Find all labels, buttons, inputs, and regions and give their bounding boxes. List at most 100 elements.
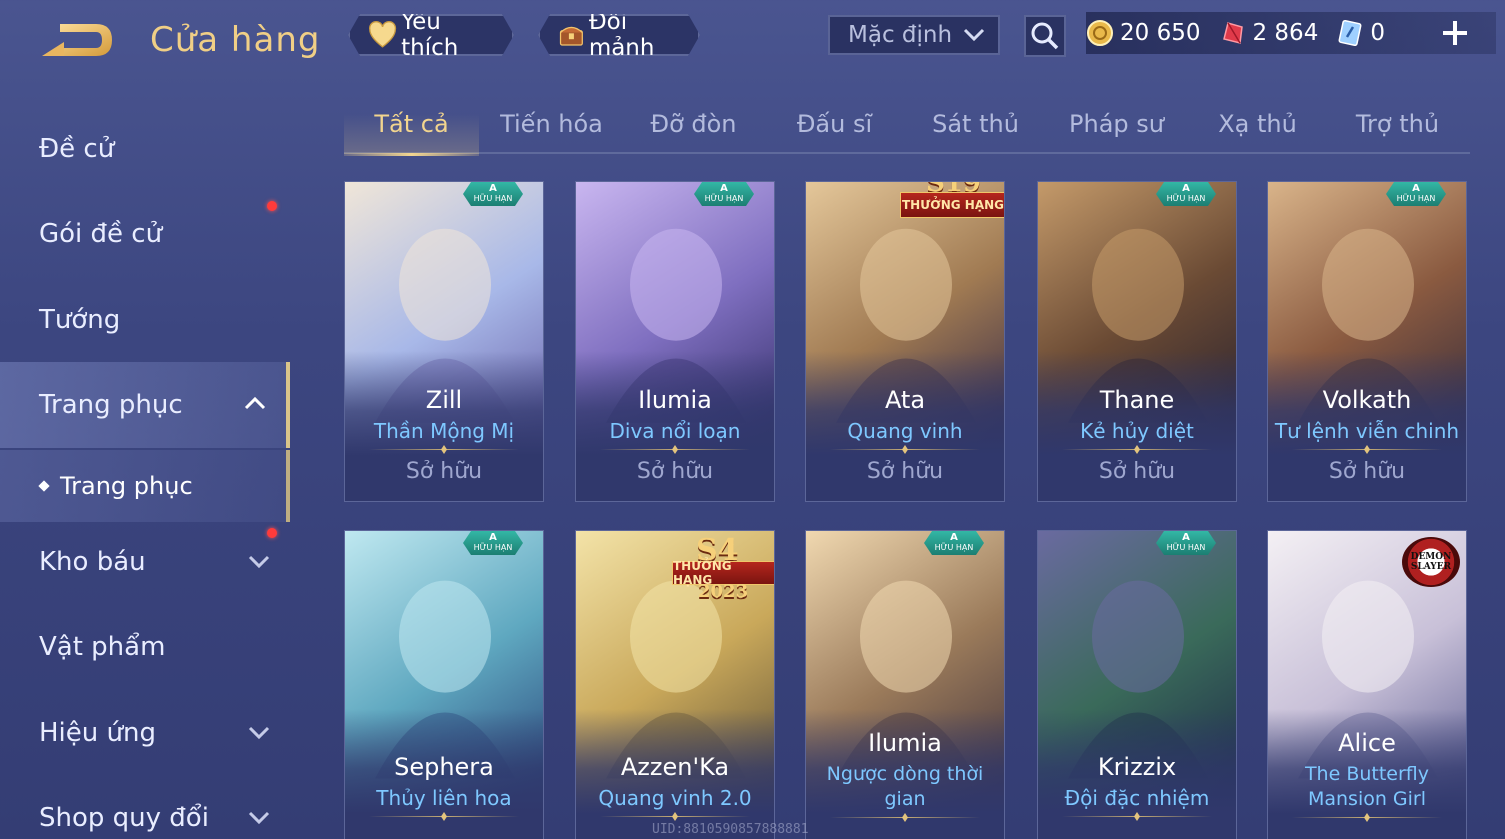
- skin-card[interactable]: S4 THƯỞNG HẠNG 2023 Azzen'Ka Quang vinh 2.0: [575, 530, 775, 839]
- limited-badge-top: A: [1182, 532, 1190, 543]
- currency-bar: 20 650 2 864 0: [1086, 12, 1496, 54]
- sidebar-item-effects[interactable]: Hiệu ứng: [0, 690, 290, 776]
- skin-name: The Butterfly Mansion Girl: [1304, 763, 1430, 810]
- owned-status: Sở hữu: [636, 459, 714, 484]
- card-divider: [369, 816, 519, 817]
- tab-tank[interactable]: Đỡ đòn: [626, 110, 761, 154]
- limited-badge: A HỮU HẠN: [463, 182, 523, 206]
- gold-amount: 20 650: [1120, 20, 1201, 46]
- gold-balance: 20 650: [1086, 19, 1200, 47]
- limited-badge-text: HỮU HẠN: [473, 543, 513, 552]
- favorites-label: Yêu thích: [401, 9, 459, 61]
- hero-name: Sephera: [394, 753, 494, 781]
- sidebar-subitem-skins[interactable]: Trang phục: [0, 450, 290, 522]
- sidebar-item-items[interactable]: Vật phẩm: [0, 604, 290, 690]
- sidebar-item-skins[interactable]: Trang phục: [0, 362, 290, 448]
- sidebar-item-label: Shop quy đổi: [39, 803, 209, 833]
- skin-card[interactable]: S19 THƯỞNG HẠNG Ata Quang vinh Sở hữu: [805, 181, 1005, 502]
- skin-card[interactable]: A HỮU HẠN Sephera Thủy liên hoa: [344, 530, 544, 839]
- chevron-up-icon: [244, 396, 266, 410]
- skin-card[interactable]: A HỮU HẠN Ilumia Ngược dòng thời gian: [805, 530, 1005, 839]
- trade-shards-button[interactable]: Đổi mảnh: [538, 14, 700, 56]
- back-arrow-icon[interactable]: [38, 18, 118, 62]
- limited-badge: A HỮU HẠN: [463, 531, 523, 555]
- chevron-down-icon: [248, 811, 270, 825]
- sidebar-item-heroes[interactable]: Tướng: [0, 277, 290, 363]
- owned-status: Sở hữu: [1328, 459, 1406, 484]
- coupon-balance: 0: [1336, 19, 1385, 47]
- sidebar-item-label: Kho báu: [39, 547, 146, 577]
- limited-badge: A HỮU HẠN: [1156, 531, 1216, 555]
- plus-icon[interactable]: [1440, 18, 1470, 48]
- favorites-button[interactable]: Yêu thích: [348, 14, 514, 56]
- tab-marksman[interactable]: Xạ thủ: [1190, 110, 1325, 154]
- limited-badge-text: HỮU HẠN: [934, 543, 974, 552]
- skin-name: Thần Mộng Mị: [373, 419, 515, 443]
- skin-name: Ngược dòng thời gian: [826, 763, 984, 810]
- skin-name: Đội đặc nhiệm: [1064, 786, 1210, 810]
- skin-card[interactable]: A HỮU HẠN Krizzix Đội đặc nhiệm: [1037, 530, 1237, 839]
- sidebar-item-treasure[interactable]: Kho báu: [0, 519, 290, 605]
- season-year: 2023: [698, 581, 749, 602]
- limited-badge-text: HỮU HẠN: [1166, 194, 1206, 203]
- limited-badge: A HỮU HẠN: [694, 182, 754, 206]
- skin-card[interactable]: A HỮU HẠN Volkath Tư lệnh viễn chinh Sở hữu: [1267, 181, 1467, 502]
- sidebar: Đề cử Gói đề cử Tướng Trang phục Trang p…: [0, 100, 292, 839]
- sort-value: Mặc định: [848, 22, 953, 48]
- voucher-balance: 2 864: [1218, 19, 1318, 47]
- limited-badge-top: A: [489, 183, 497, 194]
- blue-card-icon: [1338, 19, 1362, 47]
- hero-name: Ilumia: [638, 386, 712, 414]
- chevron-down-icon: [963, 28, 985, 42]
- skin-card[interactable]: A HỮU HẠN Thane Kẻ hủy diệt Sở hữu: [1037, 181, 1237, 502]
- limited-badge-top: A: [489, 532, 497, 543]
- skin-name: Tư lệnh viễn chinh: [1274, 419, 1460, 443]
- sidebar-item-recommended-packs[interactable]: Gói đề cử: [0, 191, 290, 277]
- skin-name: Diva nổi loạn: [609, 419, 741, 443]
- skin-name: Thủy liên hoa: [376, 786, 512, 810]
- owned-status: Sở hữu: [1098, 459, 1176, 484]
- card-divider: [1062, 816, 1212, 817]
- tab-mage[interactable]: Pháp sư: [1049, 110, 1184, 154]
- voucher-amount: 2 864: [1252, 20, 1319, 46]
- search-button[interactable]: [1024, 15, 1066, 57]
- diamond-bullet-icon: [38, 480, 50, 492]
- tab-all[interactable]: Tất cả: [344, 110, 479, 156]
- hero-name: Ilumia: [868, 729, 942, 757]
- tab-fighter[interactable]: Đấu sĩ: [767, 110, 902, 154]
- tab-assassin[interactable]: Sát thủ: [908, 110, 1043, 154]
- limited-badge: A HỮU HẠN: [924, 531, 984, 555]
- top-bar: Cửa hàng Yêu thích Đổi mảnh Mặc định 20 …: [0, 0, 1505, 78]
- limited-badge-text: HỮU HẠN: [1166, 543, 1206, 552]
- hero-name: Azzen'Ka: [620, 753, 730, 781]
- skin-name: Kẻ hủy diệt: [1080, 419, 1194, 443]
- skin-name: Quang vinh 2.0: [598, 786, 752, 810]
- notification-dot: [267, 201, 277, 211]
- tab-evolution[interactable]: Tiến hóa: [484, 110, 619, 154]
- sidebar-item-exchange-shop[interactable]: Shop quy đổi: [0, 775, 290, 839]
- demon-slayer-logo: DEMON SLAYER: [1402, 537, 1460, 587]
- sort-dropdown[interactable]: Mặc định: [828, 15, 1000, 55]
- coupon-amount: 0: [1370, 20, 1385, 46]
- card-divider: [600, 449, 750, 450]
- red-gem-icon: [1223, 22, 1244, 44]
- chevron-down-icon: [248, 555, 270, 569]
- hero-name: Thane: [1099, 386, 1175, 414]
- limited-badge-top: A: [720, 183, 728, 194]
- limited-badge-top: A: [950, 532, 958, 543]
- sidebar-item-recommended[interactable]: Đề cử: [0, 106, 290, 192]
- limited-badge-top: A: [1412, 183, 1420, 194]
- search-icon: [1031, 22, 1059, 50]
- skin-card[interactable]: A HỮU HẠN Zill Thần Mộng Mị Sở hữu: [344, 181, 544, 502]
- limited-badge-text: HỮU HẠN: [473, 194, 513, 203]
- skin-card[interactable]: A HỮU HẠN Ilumia Diva nổi loạn Sở hữu: [575, 181, 775, 502]
- card-divider: [369, 449, 519, 450]
- limited-badge: A HỮU HẠN: [1156, 182, 1216, 206]
- sidebar-subitem-label: Trang phục: [60, 472, 193, 500]
- chevron-down-icon: [248, 726, 270, 740]
- card-divider: [600, 816, 750, 817]
- tab-support[interactable]: Trợ thủ: [1330, 110, 1465, 154]
- hero-name: Volkath: [1322, 386, 1412, 414]
- sidebar-item-label: Gói đề cử: [39, 219, 163, 249]
- skin-card[interactable]: DEMON SLAYER Alice The Butterfly Mansion G…: [1267, 530, 1467, 839]
